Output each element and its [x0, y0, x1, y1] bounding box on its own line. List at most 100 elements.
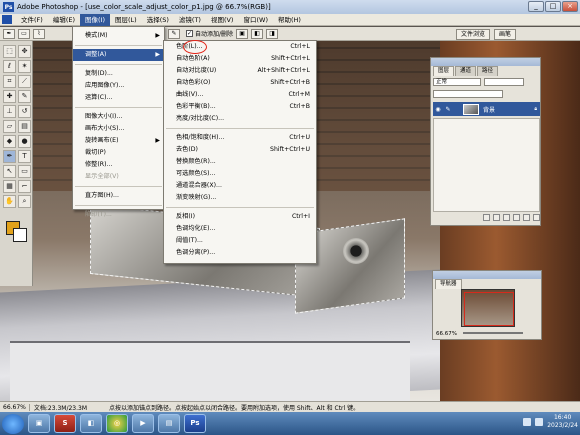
history-brush-icon[interactable]: ↺ [18, 105, 31, 118]
menu-item-rotate-canvas[interactable]: 旋转画布(E) ▶ [73, 135, 164, 147]
menu-item-replace-color[interactable]: 替换颜色(R)... [164, 156, 316, 168]
lock-options[interactable] [433, 90, 503, 98]
navigator-zoom-slider[interactable] [463, 332, 523, 334]
layer-row-background[interactable]: ◉ ✎ 背景 🔒︎ [433, 102, 540, 116]
lasso-tool-icon[interactable]: ℓ [3, 60, 16, 73]
navigator-thumbnail[interactable] [461, 289, 515, 327]
crop-tool-icon[interactable]: ⌗ [3, 75, 16, 88]
navigator-view-box[interactable] [464, 292, 514, 326]
tab-navigator[interactable]: 导航器 [435, 279, 462, 289]
menu-view[interactable]: 视图(V) [206, 14, 239, 26]
clock[interactable]: 16:40 2023/2/24 [547, 414, 578, 430]
taskbar-photoshop-icon[interactable]: Ps [184, 414, 206, 433]
tab-brushes[interactable]: 画笔 [494, 29, 517, 40]
menu-item-duplicate[interactable]: 复制(D)... [73, 68, 164, 80]
adjustment-layer-icon[interactable] [513, 214, 520, 221]
brush-link-icon[interactable]: ✎ [443, 106, 453, 113]
taskbar-wps-icon[interactable]: S [54, 414, 76, 433]
eraser-tool-icon[interactable]: ▱ [3, 120, 16, 133]
navigator-zoom[interactable]: 66.67% [436, 331, 457, 337]
menu-item-brightness-contrast[interactable]: 亮度/对比度(C)... [164, 113, 316, 125]
network-icon[interactable] [523, 418, 532, 426]
pen-tool-icon[interactable]: ✒ [3, 150, 16, 163]
type-tool-icon[interactable]: T [18, 150, 31, 163]
tab-file-browser[interactable]: 文件浏览 [456, 29, 491, 40]
tab-paths[interactable]: 路径 [477, 66, 499, 76]
panel-title-bar[interactable] [433, 271, 541, 279]
healing-brush-icon[interactable]: ✚ [3, 90, 16, 103]
menu-filter[interactable]: 滤镜(T) [174, 14, 206, 26]
gradient-tool-icon[interactable]: ▤ [18, 120, 31, 133]
menu-item-posterize[interactable]: 色调分离(P)... [164, 247, 316, 259]
menu-item-gradient-map[interactable]: 渐变映射(G)... [164, 192, 316, 204]
magic-wand-tool-icon[interactable]: ✶ [18, 60, 31, 73]
menu-window[interactable]: 窗口(W) [238, 14, 273, 26]
hand-tool-icon[interactable]: ✋ [3, 195, 16, 208]
app-menu-icon[interactable] [2, 15, 12, 24]
menu-item-canvas-size[interactable]: 画布大小(S)... [73, 123, 164, 135]
menu-layer[interactable]: 图层(L) [110, 14, 142, 26]
pen-icon[interactable]: ✎ [168, 28, 180, 39]
menu-item-mode[interactable]: 模式(M) ▶ [73, 30, 164, 42]
background-color-swatch[interactable] [13, 228, 27, 242]
menu-item-histogram[interactable]: 直方图(H)... [73, 190, 164, 202]
taskbar-browser-icon[interactable]: ◎ [106, 414, 128, 433]
tab-layers[interactable]: 图层 [433, 66, 455, 76]
start-button[interactable] [2, 413, 24, 434]
panel-title-bar[interactable] [431, 58, 540, 66]
shape-tool-icon[interactable]: ▭ [18, 165, 31, 178]
menu-item-image-size[interactable]: 图像大小(I)... [73, 111, 164, 123]
path-combine-subtract-icon[interactable]: ◧ [251, 28, 264, 39]
menu-item-adjust[interactable]: 调整(A) ▶ [73, 49, 164, 61]
notes-tool-icon[interactable]: ▦ [3, 180, 16, 193]
menu-help[interactable]: 帮助(H) [273, 14, 306, 26]
menu-item-color-balance[interactable]: 色彩平衡(B)... Ctrl+B [164, 101, 316, 113]
menu-item-selective-color[interactable]: 可选颜色(S)... [164, 168, 316, 180]
zoom-tool-icon[interactable]: ⌕ [18, 195, 31, 208]
layer-style-icon[interactable] [483, 214, 490, 221]
taskbar-explorer-icon[interactable]: ◧ [80, 414, 102, 433]
minimize-button[interactable]: _ [528, 1, 544, 12]
menu-item-trim[interactable]: 修整(R)... [73, 159, 164, 171]
tab-channels[interactable]: 通道 [455, 66, 477, 76]
menu-item-invert[interactable]: 反相(I) Ctrl+I [164, 211, 316, 223]
path-combine-intersect-icon[interactable]: ◨ [266, 28, 279, 39]
menu-item-threshold[interactable]: 阈值(T)... [164, 235, 316, 247]
eye-icon[interactable]: ◉ [433, 106, 443, 113]
status-zoom[interactable]: 66.67% [0, 403, 30, 411]
menu-item-apply-image[interactable]: 应用图像(Y)... [73, 80, 164, 92]
menu-item-auto-contrast[interactable]: 自动对比度(U) Alt+Shift+Ctrl+L [164, 65, 316, 77]
marquee-tool-icon[interactable]: ⬚ [3, 45, 16, 58]
paths-icon[interactable]: ⌇ [33, 28, 45, 39]
new-layer-icon[interactable] [523, 214, 530, 221]
brush-tool-icon[interactable]: ✎ [18, 90, 31, 103]
pen-tool-preset-icon[interactable]: ✒ [3, 28, 15, 39]
menu-item-desaturate[interactable]: 去色(D) Shift+Ctrl+U [164, 144, 316, 156]
menu-item-calculations[interactable]: 运算(C)... [73, 92, 164, 104]
path-combine-add-icon[interactable]: ▣ [236, 28, 249, 39]
menu-image[interactable]: 图像(I) [80, 13, 110, 26]
layer-mask-icon[interactable] [493, 214, 500, 221]
menu-item-equalize[interactable]: 色调均化(E)... [164, 223, 316, 235]
shape-layers-icon[interactable]: ▭ [18, 28, 30, 39]
clone-stamp-icon[interactable]: ⊥ [3, 105, 16, 118]
volume-icon[interactable] [535, 418, 544, 426]
eyedropper-tool-icon[interactable]: ⌐ [18, 180, 31, 193]
menu-item-auto-color[interactable]: 自动色彩(O) Shift+Ctrl+B [164, 77, 316, 89]
blend-mode-select[interactable]: 正常 [433, 78, 481, 86]
menu-item-channel-mixer[interactable]: 通道混合器(X)... [164, 180, 316, 192]
maximize-button[interactable]: □ [545, 1, 561, 12]
menu-file[interactable]: 文件(F) [16, 14, 48, 26]
layer-set-icon[interactable] [503, 214, 510, 221]
trash-icon[interactable] [533, 214, 540, 221]
slice-tool-icon[interactable]: ⟋ [18, 75, 31, 88]
taskbar-media-icon[interactable]: ▶ [132, 414, 154, 433]
blur-tool-icon[interactable]: ◆ [3, 135, 16, 148]
menu-item-auto-levels[interactable]: 自动色阶(A) Shift+Ctrl+L [164, 53, 316, 65]
menu-item-curves[interactable]: 曲线(V)... Ctrl+M [164, 89, 316, 101]
taskbar-folder-icon[interactable]: ▤ [158, 414, 180, 433]
opacity-field[interactable] [484, 78, 524, 86]
path-selection-icon[interactable]: ↖ [3, 165, 16, 178]
menu-edit[interactable]: 编辑(E) [48, 14, 80, 26]
auto-add-delete-checkbox[interactable]: ✓ [186, 30, 193, 37]
